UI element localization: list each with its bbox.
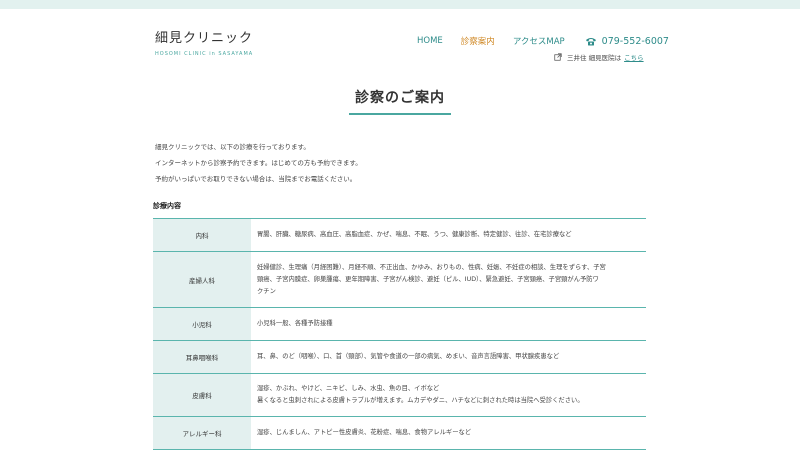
department-name: 皮膚科: [153, 374, 251, 416]
department-description: 小児科一般、各種予防接種: [251, 308, 646, 340]
nav-consultation[interactable]: 診察案内: [461, 35, 495, 47]
description-line: 妊婦健診、生理痛（月経困難）、月経不順、不正出血、かゆみ、おりもの、性病、妊娠、…: [257, 263, 606, 271]
nav-home[interactable]: HOME: [417, 36, 443, 46]
description-line: 耳、鼻、のど（咽喉）、口、首（頸部）、気管や食道の一部の病気、めまい、音声言語障…: [257, 353, 560, 360]
department-description: 湿疹、かぶれ、やけど、ニキビ、しみ、水虫、魚の目、イボなど暑くなると虫刺されによ…: [251, 374, 646, 416]
department-name: 産婦人科: [153, 252, 251, 307]
table-row: 耳鼻咽喉科 耳、鼻、のど（咽喉）、口、首（頸部）、気管や食道の一部の病気、めまい、…: [153, 341, 646, 374]
subnote-text: 三井住 細見医院は: [567, 54, 622, 62]
logo-title: 細見クリニック: [155, 31, 254, 46]
main-nav: HOME 診察案内 アクセスMAP 079-552-6007: [417, 35, 669, 48]
table-row: 産婦人科 妊婦健診、生理痛（月経困難）、月経不順、不正出血、かゆみ、おりもの、性病…: [153, 252, 646, 308]
department-description: 胃腸、肝臓、糖尿病、高血圧、高脂血症、かぜ、喘息、不眠、うつ、健康診断、特定健診…: [251, 219, 646, 251]
clinic-logo[interactable]: 細見クリニック HOSOMI CLINIC in SASAYAMA: [155, 27, 253, 57]
table-row: 内科 胃腸、肝臓、糖尿病、高血圧、高脂血症、かぜ、喘息、不眠、うつ、健康診断、特定…: [153, 219, 646, 252]
phone-number[interactable]: 079-552-6007: [585, 36, 669, 47]
table-row: 皮膚科 湿疹、かぶれ、やけど、ニキビ、しみ、水虫、魚の目、イボなど暑くなると虫刺さ…: [153, 374, 646, 417]
phone-icon: [585, 37, 596, 45]
description-line: 頸癌、子宮内膜症、卵巣腫瘍、更年期障害、子宮がん検診、避妊（ピル、IUD）、緊急…: [257, 275, 599, 283]
department-table: 内科 胃腸、肝臓、糖尿病、高血圧、高脂血症、かぜ、喘息、不眠、うつ、健康診断、特定…: [153, 218, 646, 450]
nav-access-map[interactable]: アクセスMAP: [513, 35, 565, 47]
logo-subtitle: HOSOMI CLINIC in SASAYAMA: [155, 51, 254, 57]
description-line: 暑くなると虫刺されによる皮膚トラブルが増えます。ムカデやダニ、ハチなどに刺された…: [257, 397, 584, 404]
department-name: アレルギー科: [153, 417, 251, 449]
department-name: 耳鼻咽喉科: [153, 341, 251, 373]
description-line: 湿疹、かぶれ、やけど、ニキビ、しみ、水虫、魚の目、イボなど: [257, 385, 440, 392]
phone-text: 079-552-6007: [601, 35, 669, 47]
other-clinic-note: 三井住 細見医院は こちら: [554, 52, 644, 62]
description-line: クチン: [257, 287, 276, 295]
page-title: 診察のご案内: [349, 87, 451, 115]
description-line: 胃腸、肝臓、糖尿病、高血圧、高脂血症、かぜ、喘息、不眠、うつ、健康診断、特定健診…: [257, 231, 572, 238]
table-row: 小児科 小児科一般、各種予防接種: [153, 308, 646, 341]
intro-line-1: 細見クリニックでは、以下の診療を行っております。: [155, 143, 310, 151]
description-line: 湿疹、じんましん、アトピー性皮膚炎、花粉症、喘息、食物アレルギーなど: [257, 429, 472, 436]
description-line: 小児科一般、各種予防接種: [257, 320, 333, 327]
department-description: 耳、鼻、のど（咽喉）、口、首（頸部）、気管や食道の一部の病気、めまい、音声言語障…: [251, 341, 646, 373]
department-name: 内科: [153, 219, 251, 251]
department-description: 妊婦健診、生理痛（月経困難）、月経不順、不正出血、かゆみ、おりもの、性病、妊娠、…: [251, 252, 646, 307]
table-row: アレルギー科 湿疹、じんましん、アトピー性皮膚炎、花粉症、喘息、食物アレルギーなど: [153, 417, 646, 450]
intro-line-3: 予約がいっぱいでお取りできない場合は、当院までお電話ください。: [155, 175, 357, 183]
department-description: 湿疹、じんましん、アトピー性皮膚炎、花粉症、喘息、食物アレルギーなど: [251, 417, 646, 449]
intro-line-2: インターネットから診察予約できます。はじめての方も予約できます。: [155, 159, 362, 167]
top-accent-bar: [0, 0, 800, 9]
department-name: 小児科: [153, 308, 251, 340]
external-link-icon: [554, 53, 562, 61]
section-label: 診療内容: [153, 202, 181, 210]
subnote-link[interactable]: こちら: [624, 52, 644, 62]
intro-text: 細見クリニックでは、以下の診療を行っております。 インターネットから診察予約でき…: [155, 141, 362, 185]
page-title-wrap: 診察のご案内: [0, 87, 800, 115]
